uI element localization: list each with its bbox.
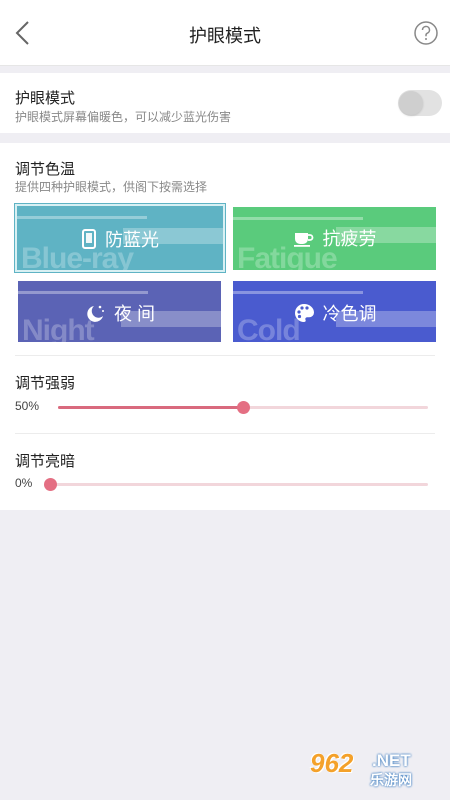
slider-thumb[interactable] <box>237 401 250 414</box>
brightness-title: 调节亮暗 <box>15 453 76 470</box>
coffee-cup-icon <box>293 233 313 247</box>
card-label-wrap: 冷色调 <box>233 300 436 326</box>
site-watermark: 962 .NET 乐游网 <box>310 748 445 790</box>
mode-card-night[interactable]: Night 夜 间 <box>18 281 221 342</box>
phone-icon <box>82 229 96 249</box>
question-circle-icon <box>414 21 438 45</box>
card-label: 防蓝光 <box>105 230 159 250</box>
card-label: 抗疲劳 <box>322 229 377 249</box>
intensity-value: 50% <box>15 399 40 413</box>
top-bar: 护眼模式 <box>0 0 450 66</box>
card-label-wrap: 抗疲劳 <box>233 225 436 251</box>
card-stripe <box>233 291 363 294</box>
color-temp-subtitle: 提供四种护眼模式，供阁下按需选择 <box>15 180 208 194</box>
toggle-knob <box>399 91 423 115</box>
watermark-suffix: .NET <box>372 751 411 770</box>
moon-stars-icon <box>87 305 104 322</box>
divider <box>15 433 435 434</box>
eye-mode-toggle[interactable] <box>398 90 442 116</box>
divider <box>15 355 435 356</box>
color-temp-section: 调节色温 提供四种护眼模式，供阁下按需选择 Blue-ray 防蓝光 Fatig… <box>0 143 450 510</box>
slider-fill <box>58 406 243 409</box>
card-label-wrap: 防蓝光 <box>17 226 223 252</box>
card-label: 冷色调 <box>322 304 377 324</box>
eye-mode-subtitle: 护眼模式屏幕偏暖色，可以减少蓝光伤害 <box>15 110 232 124</box>
brightness-slider[interactable] <box>44 478 428 491</box>
card-stripe <box>18 291 148 294</box>
card-label: 夜 间 <box>113 304 155 324</box>
mode-card-blue-ray[interactable]: Blue-ray 防蓝光 <box>15 204 225 272</box>
eye-mode-section: 护眼模式 护眼模式屏幕偏暖色，可以减少蓝光伤害 <box>0 73 450 133</box>
card-label-wrap: 夜 间 <box>18 300 221 326</box>
intensity-slider[interactable] <box>58 401 428 414</box>
card-stripe <box>17 216 147 219</box>
mode-card-cold[interactable]: Cold 冷色调 <box>233 281 436 342</box>
help-button[interactable] <box>412 19 440 47</box>
watermark-text: 乐游网 <box>370 772 412 788</box>
slider-thumb[interactable] <box>44 478 57 491</box>
mode-card-fatigue[interactable]: Fatigue 抗疲劳 <box>233 207 436 270</box>
eye-mode-title: 护眼模式 <box>15 90 76 107</box>
intensity-title: 调节强弱 <box>15 375 76 392</box>
card-stripe <box>233 217 363 220</box>
brightness-value: 0% <box>15 476 33 490</box>
palette-icon <box>294 304 314 322</box>
color-temp-title: 调节色温 <box>15 161 76 178</box>
page-title: 护眼模式 <box>189 26 261 46</box>
watermark-number: 962 <box>310 748 354 778</box>
